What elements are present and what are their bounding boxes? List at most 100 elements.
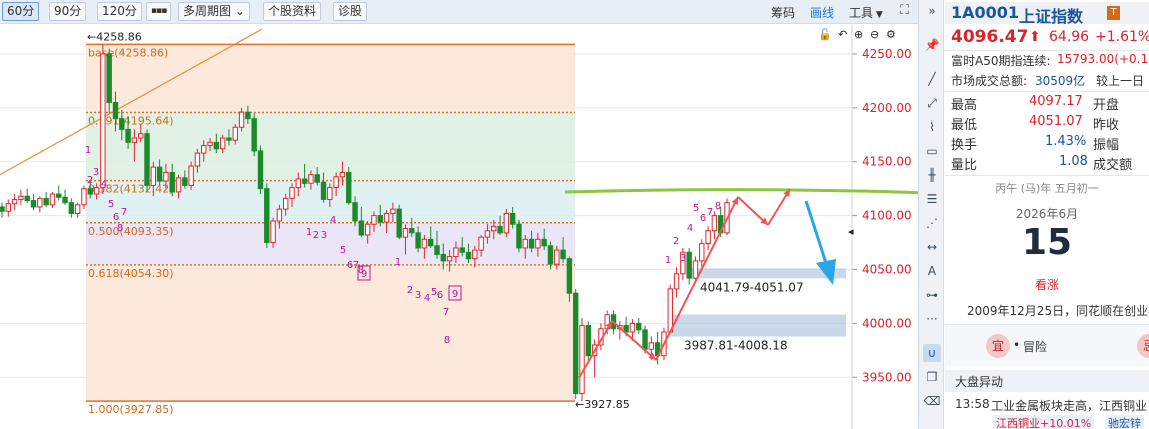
multi-period-chart-button[interactable]: 多周期图 ⌄	[178, 2, 250, 21]
market-alert-row[interactable]: 13:58 工业金属板块走高，江西铜业	[945, 397, 1149, 413]
collapse-right-icon[interactable]: »	[923, 2, 941, 20]
channel-tool-icon[interactable]: ╫	[923, 166, 941, 184]
measure-tool-icon[interactable]: ↔	[923, 238, 941, 256]
period-120min-button[interactable]: 120分	[97, 2, 142, 21]
period-60min-button[interactable]: 60分	[2, 2, 40, 21]
candle-body	[81, 188, 87, 206]
candle-body	[87, 188, 93, 195]
quote-panel: 1A0001 上证指数 T 4096.47 ⬆ 64.96 +1.61% 富时A…	[945, 0, 1149, 429]
candle-body	[541, 238, 547, 247]
candle-body	[295, 178, 302, 189]
candle-body	[692, 260, 699, 279]
candle-body	[182, 177, 188, 186]
candle-body	[30, 200, 37, 208]
stat-value: 1.08	[1059, 154, 1088, 169]
line-tool-icon[interactable]: ╱	[923, 70, 941, 88]
more-periods-button[interactable]: ▪▪▪	[146, 2, 172, 21]
history-news-row: 2009年12月25日，同花顺在创业板	[945, 302, 1149, 318]
lock-icon[interactable]: 🔓	[818, 28, 832, 41]
stock-name: 上证指数	[1019, 7, 1084, 24]
alert-stock-tag[interactable]: 江西铜业+10.01%	[993, 415, 1095, 429]
fibonacci-tool-icon[interactable]: ☰	[923, 190, 941, 208]
undo-icon[interactable]: ↶	[838, 28, 847, 41]
candle-body	[207, 141, 213, 147]
bullet-dot: •	[1013, 338, 1021, 352]
candle-body	[194, 152, 201, 167]
text-tool-icon[interactable]: A	[923, 262, 941, 280]
candle-body	[491, 225, 497, 232]
drawing-tools-bar: » 📌 ╱ ⤢ ⌇ ▭ ╫ ☰ ⋰ ↔ A ⊶ ··· ∪ ❐ ⌫	[918, 0, 944, 429]
candle-body	[100, 53, 106, 189]
range-tool-icon[interactable]: ⊶	[923, 286, 941, 304]
day-row: 15	[945, 222, 1149, 266]
copy-icon[interactable]: ❐	[923, 368, 941, 386]
badge-ji: 忌	[1137, 334, 1149, 358]
period-90min-button[interactable]: 90分	[49, 2, 87, 21]
draw-lines-tab[interactable]: 画线	[810, 4, 834, 21]
stock-info-button[interactable]: 个股资料	[263, 2, 322, 21]
candle-body	[434, 245, 440, 255]
diagnose-button[interactable]: 诊股	[333, 2, 368, 21]
td-sequence-number: 8	[117, 223, 123, 234]
tools-menu[interactable]: 工具 ▼	[849, 4, 883, 21]
low-price-label: ←3927.85	[575, 398, 630, 411]
candle-body	[409, 228, 415, 234]
candle-body	[308, 174, 314, 184]
candle-body	[566, 258, 573, 294]
candle-body	[390, 208, 396, 214]
market-alert-title: 大盘异动	[955, 375, 1004, 389]
candle-body	[509, 212, 516, 225]
candle-body	[547, 245, 554, 265]
fullscreen-icon[interactable]: ⛶	[900, 3, 909, 18]
history-news[interactable]: 2009年12月25日，同花顺在创业板	[967, 304, 1149, 318]
zoom-out-icon[interactable]: ⊖	[870, 28, 879, 41]
candle-body	[396, 208, 402, 238]
chart-svg: 4250.00 4200.00 4150.00 4100.00 4050.00 4000.…	[0, 25, 918, 429]
kline-chart[interactable]: 4250.00 4200.00 4150.00 4100.00 4050.00 4000.…	[0, 25, 918, 429]
candle-body	[144, 133, 150, 186]
candle-body	[535, 238, 541, 249]
td-sequence-number: 3	[93, 167, 99, 178]
segment-tool-icon[interactable]: ⤢	[923, 94, 941, 112]
sentiment-label[interactable]: 看涨	[1035, 278, 1059, 292]
pin-icon[interactable]: 📌	[923, 36, 941, 54]
candle-body	[371, 215, 377, 225]
td-sequence-number: 2	[407, 285, 413, 296]
fan-tool-icon[interactable]: ⋰	[923, 214, 941, 232]
info-badge-icon[interactable]: T	[1107, 6, 1120, 20]
polyline-tool-icon[interactable]: ⌇	[923, 118, 941, 136]
eraser-icon[interactable]: ⌫	[923, 392, 941, 410]
td-sequence-number: 6	[700, 213, 706, 224]
candle-body	[497, 225, 503, 234]
stat-row-turnover: 换手 1.43% 振幅	[945, 134, 1149, 153]
magnet-icon[interactable]: ∪	[923, 344, 941, 362]
candle-body	[554, 249, 560, 265]
high-price-label: ←4258.86	[87, 30, 142, 43]
candle-body	[24, 195, 30, 202]
candle-body	[0, 206, 5, 212]
compare-label: 较上一日	[1096, 74, 1145, 88]
chevron-down-icon: ⌄	[234, 4, 245, 18]
a50-row: 富时A50期指连续: 15793.00(+0.16%	[945, 52, 1149, 70]
candle-body	[364, 223, 371, 236]
fib-label: 1.000(3927.85)	[88, 403, 174, 416]
y-tick-label: 4050.00	[862, 263, 912, 277]
chips-tab[interactable]: 筹码	[771, 4, 795, 21]
candle-body	[427, 238, 434, 247]
alert-stocks-row: 江西铜业+10.01% 驰宏锌	[945, 415, 1149, 429]
alert-text: 工业金属板块走高，江西铜业	[991, 399, 1148, 413]
candle-body	[339, 172, 346, 178]
stat-label-2: 成交额	[1093, 158, 1133, 173]
candle-body	[169, 172, 175, 193]
stock-chart-app: 60分 90分 120分 ▪▪▪ 多周期图 ⌄ 个股资料 诊股 筹码 画线 工具…	[0, 0, 1149, 429]
rectangle-tool-icon[interactable]: ▭	[923, 142, 941, 160]
zoom-in-icon[interactable]: ⊕	[854, 28, 863, 41]
td-sequence-number: 4	[101, 179, 107, 190]
candle-body	[219, 137, 226, 150]
year-month-row: 2026年6月	[945, 205, 1149, 221]
alert-stock-tag-2[interactable]: 驰宏锌	[1105, 415, 1144, 429]
td-sequence-number: 3	[321, 230, 327, 241]
td-sequence-number: 6	[437, 290, 443, 301]
settings-icon[interactable]: ⚙	[886, 28, 896, 41]
more-tools-icon[interactable]: ···	[923, 310, 941, 328]
